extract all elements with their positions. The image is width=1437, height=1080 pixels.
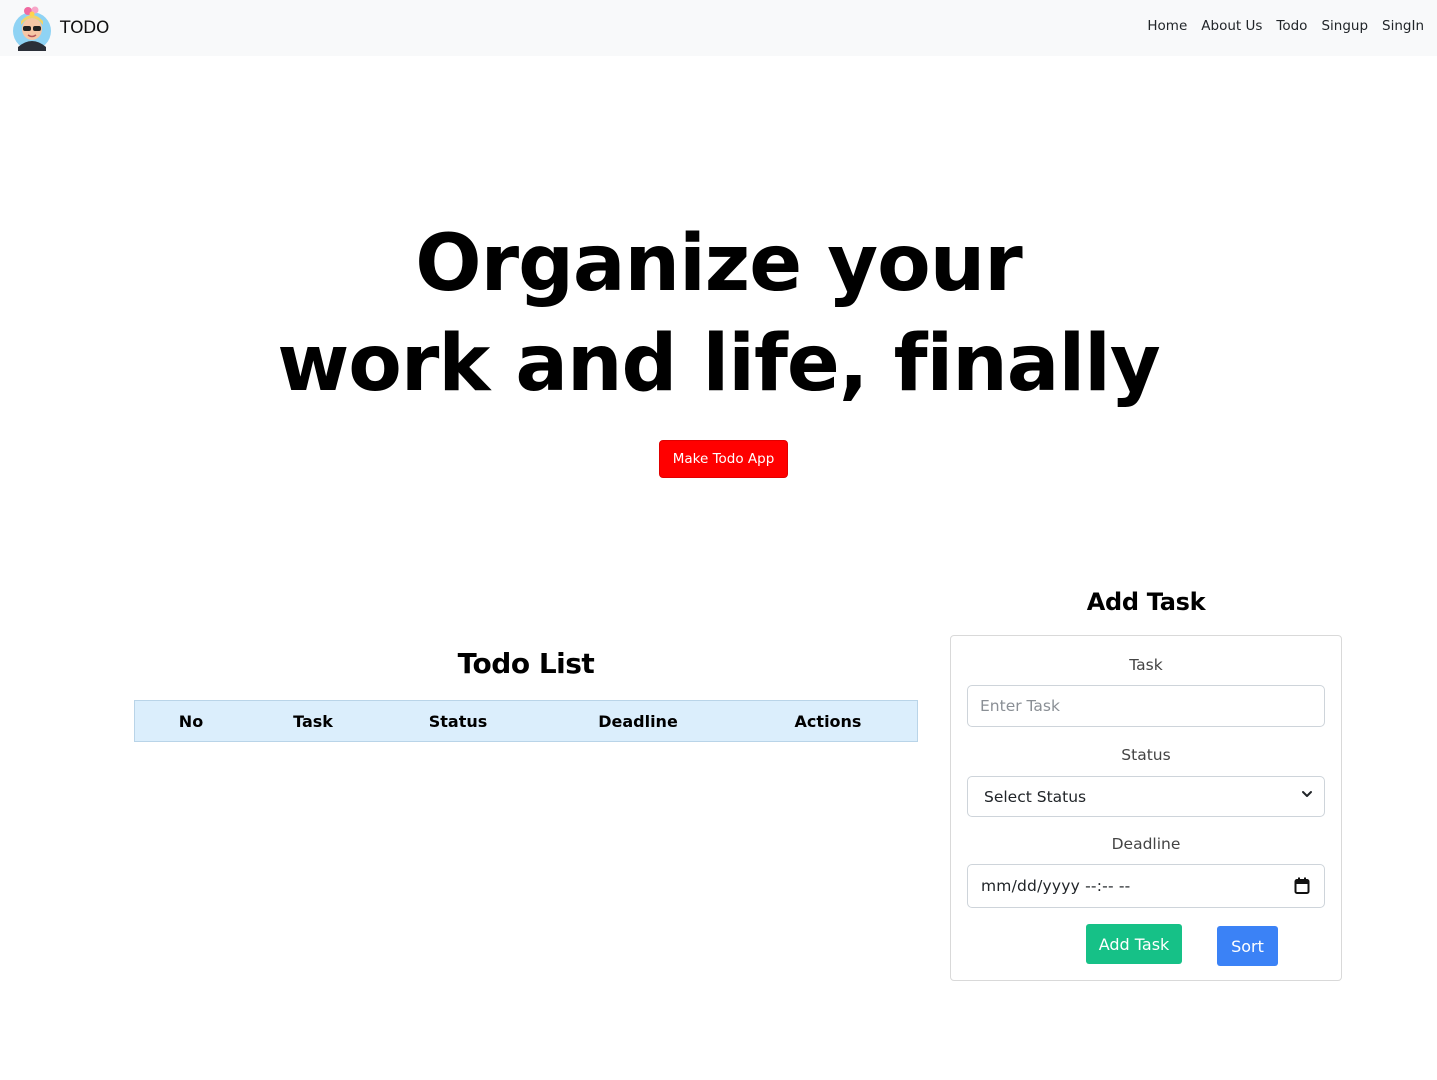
- task-label: Task: [1129, 656, 1163, 674]
- nav-link-signup[interactable]: Singup: [1314, 18, 1375, 34]
- deadline-label: Deadline: [1111, 835, 1181, 853]
- calendar-icon[interactable]: [1294, 877, 1310, 895]
- hero-heading: Organize your work and life, finally: [0, 214, 1437, 414]
- brand-text[interactable]: TODO: [60, 18, 109, 38]
- nav-link-signin[interactable]: SingIn: [1375, 18, 1431, 34]
- hero-line-1: Organize your: [415, 219, 1022, 309]
- status-label: Status: [1121, 746, 1171, 764]
- deadline-input-placeholder: mm/dd/yyyy --:-- --: [981, 877, 1131, 895]
- column-header-status: Status: [428, 712, 488, 731]
- chevron-down-icon: [1302, 791, 1312, 797]
- todo-list-title: Todo List: [457, 647, 595, 680]
- add-task-form: Task Status Select Status Deadline mm/dd…: [950, 635, 1342, 981]
- add-task-button[interactable]: Add Task: [1086, 924, 1182, 964]
- sort-button[interactable]: Sort: [1217, 926, 1278, 966]
- nav-link-todo[interactable]: Todo: [1269, 18, 1314, 34]
- add-task-title: Add Task: [1086, 588, 1206, 616]
- task-input[interactable]: [967, 685, 1325, 727]
- column-header-task: Task: [293, 712, 333, 731]
- nav-link-about-us[interactable]: About Us: [1194, 18, 1269, 34]
- navbar: TODO Home About Us Todo Singup SingIn: [0, 0, 1437, 56]
- status-select-value: Select Status: [984, 788, 1087, 806]
- nav-links: Home About Us Todo Singup SingIn: [1140, 18, 1431, 34]
- column-header-no: No: [178, 712, 204, 731]
- todo-table-header: No Task Status Deadline Actions: [134, 700, 918, 742]
- column-header-actions: Actions: [794, 712, 862, 731]
- hero-line-2: work and life, finally: [277, 319, 1161, 409]
- make-todo-app-button[interactable]: Make Todo App: [659, 440, 788, 478]
- avatar-logo-icon[interactable]: [12, 5, 52, 51]
- deadline-input[interactable]: mm/dd/yyyy --:-- --: [967, 864, 1325, 908]
- brand[interactable]: TODO: [12, 4, 109, 52]
- column-header-deadline: Deadline: [598, 712, 678, 731]
- status-select[interactable]: Select Status: [967, 776, 1325, 817]
- nav-link-home[interactable]: Home: [1140, 18, 1194, 34]
